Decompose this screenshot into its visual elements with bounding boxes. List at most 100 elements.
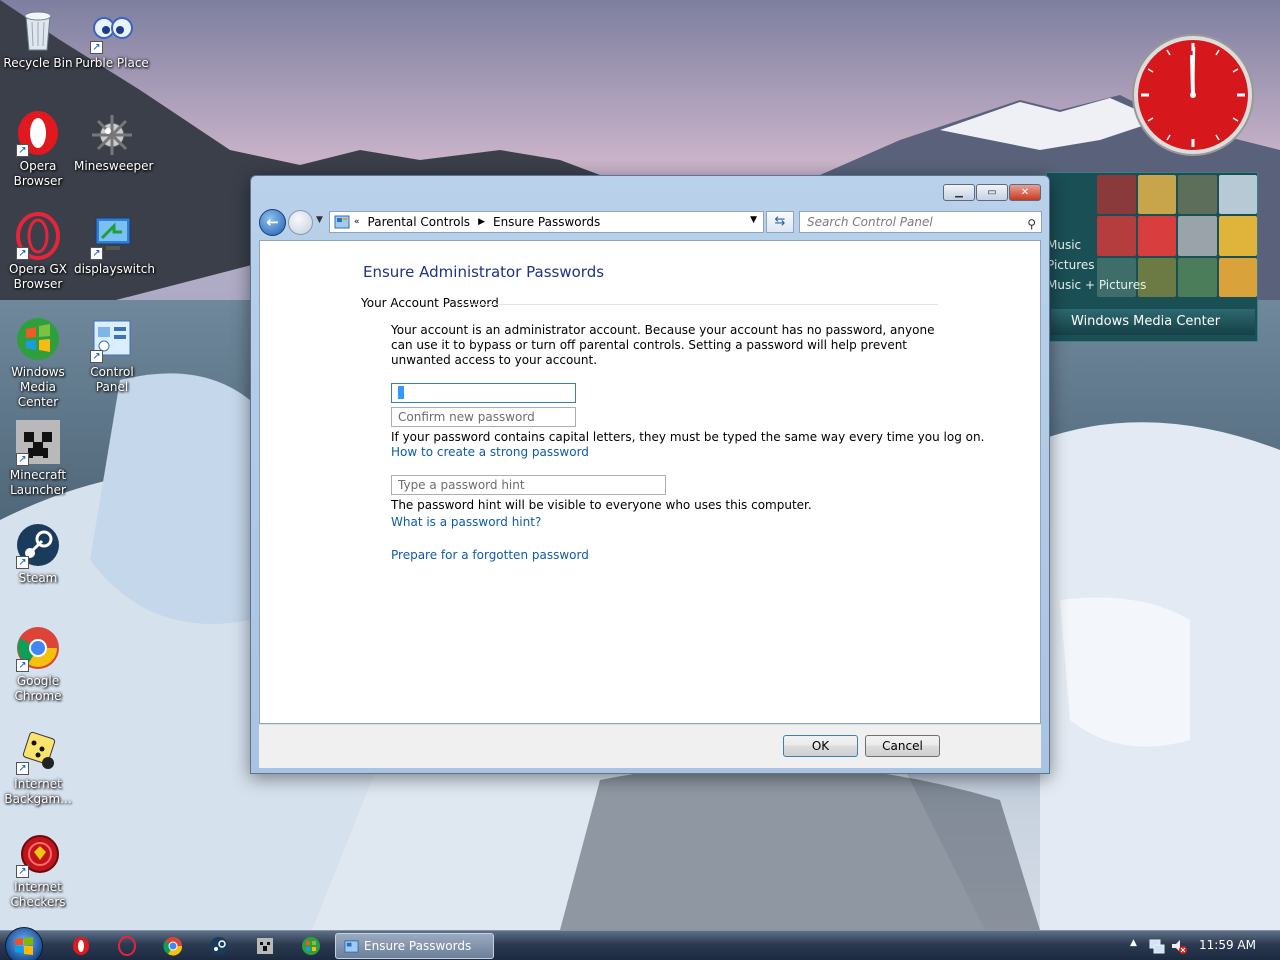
search-placeholder: Search Control Panel xyxy=(807,215,933,229)
clock-time[interactable]: 11:59 AM xyxy=(1199,938,1256,952)
back-button[interactable]: ← xyxy=(259,209,286,236)
section-title: Your Account Password xyxy=(361,296,499,310)
desktop-icon-label: Minecraft Launcher xyxy=(9,468,67,497)
media-item[interactable]: Pictures xyxy=(1047,255,1146,275)
forgotten-password-link[interactable]: Prepare for a forgotten password xyxy=(391,548,589,562)
desktop-icon-label: Google Chrome xyxy=(14,674,62,703)
media-center-gadget[interactable]: Music Pictures Music + Pictures Windows … xyxy=(1046,172,1258,342)
network-icon[interactable] xyxy=(1148,937,1166,955)
media-center-taskbar-icon[interactable] xyxy=(301,936,321,956)
breadcrumb-overflow[interactable]: « xyxy=(354,217,360,227)
desktop-icon-label: Internet Backgam... xyxy=(4,777,72,806)
desktop-icon-windows-media-center[interactable]: Windows Media Center xyxy=(0,315,76,410)
show-hidden-icons-button[interactable]: ▲ xyxy=(1130,938,1137,948)
breadcrumb-parental-controls[interactable]: Parental Controls xyxy=(368,215,471,229)
back-arrow-icon: ← xyxy=(266,213,279,231)
taskbar-item-ensure-passwords[interactable]: Ensure Passwords xyxy=(335,933,494,959)
desktop-icon-recycle-bin[interactable]: Recycle Bin xyxy=(0,6,76,71)
control-panel-small-icon xyxy=(334,215,350,229)
windows-media-center-icon xyxy=(14,315,62,363)
window-controls: ▁ ▭ ✕ xyxy=(943,184,1041,201)
opera-taskbar-icon[interactable] xyxy=(71,936,91,956)
password-hint-link[interactable]: What is a password hint? xyxy=(391,515,541,529)
desktop-icon-opera[interactable]: ↗ Opera Browser xyxy=(0,109,76,189)
ok-button[interactable]: OK xyxy=(783,735,858,757)
navigation-bar: ← ▼ « Parental Controls ▶ Ensure Passwor… xyxy=(259,209,1042,237)
shortcut-arrow-icon: ↗ xyxy=(90,41,103,54)
clock-gadget[interactable] xyxy=(1131,33,1255,157)
confirm-password-field[interactable]: Confirm new password xyxy=(391,407,576,427)
clock-face-icon xyxy=(1132,34,1254,156)
taskbar-item-label: Ensure Passwords xyxy=(364,939,472,953)
forward-button[interactable] xyxy=(288,210,313,235)
recycle-bin-icon xyxy=(14,6,62,54)
desktop-icon-label: Purble Place xyxy=(75,56,149,70)
breadcrumb-separator-icon[interactable]: ▶ xyxy=(478,217,485,227)
shortcut-arrow-icon: ↗ xyxy=(90,350,103,363)
address-dropdown-icon[interactable]: ▼ xyxy=(750,215,757,225)
password-hint-field[interactable]: Type a password hint xyxy=(391,475,666,495)
refresh-button[interactable]: ⇆ xyxy=(766,211,794,233)
media-center-title[interactable]: Windows Media Center xyxy=(1051,309,1255,335)
checkers-icon: ↗ xyxy=(14,830,62,878)
desktop-icon-purble-place[interactable]: ↗ Purble Place xyxy=(74,6,150,71)
displayswitch-icon: ↗ xyxy=(88,212,136,260)
shortcut-arrow-icon: ↗ xyxy=(16,247,29,260)
steam-taskbar-icon[interactable] xyxy=(209,936,229,956)
desktop-icon-displayswitch[interactable]: ↗ displayswitch xyxy=(74,212,155,277)
breadcrumb-ensure-passwords[interactable]: Ensure Passwords xyxy=(493,215,600,229)
desktop-icon-internet-checkers[interactable]: ↗ Internet Checkers xyxy=(0,830,76,910)
opera-gx-taskbar-icon[interactable] xyxy=(117,936,137,956)
desktop-icon-label: Opera Browser xyxy=(13,159,63,188)
desktop-icon-google-chrome[interactable]: ↗ Google Chrome xyxy=(0,624,76,704)
control-panel-icon: ↗ xyxy=(88,315,136,363)
recent-pages-dropdown[interactable]: ▼ xyxy=(316,215,323,225)
search-icon[interactable]: ⚲ xyxy=(1027,214,1036,234)
maximize-button[interactable]: ▭ xyxy=(976,184,1008,201)
minecraft-taskbar-icon[interactable] xyxy=(255,936,275,956)
address-bar[interactable]: « Parental Controls ▶ Ensure Passwords ▼ xyxy=(329,211,764,233)
minecraft-icon: ↗ xyxy=(14,418,62,466)
shortcut-arrow-icon: ↗ xyxy=(16,659,29,672)
cancel-button[interactable]: Cancel xyxy=(865,735,940,757)
minimize-button[interactable]: ▁ xyxy=(943,184,975,201)
refresh-icon: ⇆ xyxy=(774,214,786,229)
purble-place-icon: ↗ xyxy=(88,6,136,54)
desktop-icon-label: Steam xyxy=(18,571,58,585)
ensure-passwords-window: ▁ ▭ ✕ ← ▼ « Parental Controls ▶ Ensure P… xyxy=(250,175,1050,774)
shortcut-arrow-icon: ↗ xyxy=(16,144,29,157)
close-button[interactable]: ✕ xyxy=(1009,184,1041,201)
dialog-footer: OK Cancel xyxy=(259,724,1041,768)
start-button[interactable] xyxy=(5,927,43,960)
shortcut-arrow-icon: ↗ xyxy=(16,556,29,569)
desktop-icon-minecraft[interactable]: ↗ Minecraft Launcher xyxy=(0,418,76,498)
hint-visibility-note: The password hint will be visible to eve… xyxy=(391,498,812,512)
minesweeper-icon xyxy=(88,109,136,157)
control-panel-task-icon xyxy=(344,940,359,953)
new-password-field[interactable] xyxy=(391,383,576,403)
media-item[interactable]: Music + Pictures xyxy=(1047,275,1146,295)
desktop-icon-internet-backgammon[interactable]: ↗ Internet Backgam... xyxy=(0,727,76,807)
volume-muted-icon[interactable] xyxy=(1170,937,1188,955)
windows-logo-icon xyxy=(15,937,33,955)
taskbar: Ensure Passwords ▲ 11:59 AM xyxy=(0,927,1280,960)
shortcut-arrow-icon: ↗ xyxy=(16,865,29,878)
account-description: Your account is an administrator account… xyxy=(391,323,935,367)
content-pane: Ensure Administrator Passwords Your Acco… xyxy=(259,240,1041,724)
steam-icon: ↗ xyxy=(14,521,62,569)
opera-icon: ↗ xyxy=(14,109,62,157)
capital-letters-note: If your password contains capital letter… xyxy=(391,430,985,444)
media-item[interactable]: Music xyxy=(1047,235,1146,255)
desktop-icon-opera-gx[interactable]: ↗ Opera GX Browser xyxy=(0,212,76,292)
desktop-icon-steam[interactable]: ↗ Steam xyxy=(0,521,76,586)
backgammon-icon: ↗ xyxy=(14,727,62,775)
desktop-icon-label: Opera GX Browser xyxy=(8,262,68,291)
desktop-icon-control-panel[interactable]: ↗ Control Panel xyxy=(74,315,150,395)
section-divider xyxy=(456,304,938,305)
chrome-taskbar-icon[interactable] xyxy=(163,936,183,956)
strong-password-link[interactable]: How to create a strong password xyxy=(391,445,589,459)
search-input[interactable]: Search Control Panel ⚲ xyxy=(799,211,1042,233)
page-title: Ensure Administrator Passwords xyxy=(363,263,605,281)
shortcut-arrow-icon: ↗ xyxy=(16,762,29,775)
desktop-icon-minesweeper[interactable]: Minesweeper xyxy=(74,109,153,174)
